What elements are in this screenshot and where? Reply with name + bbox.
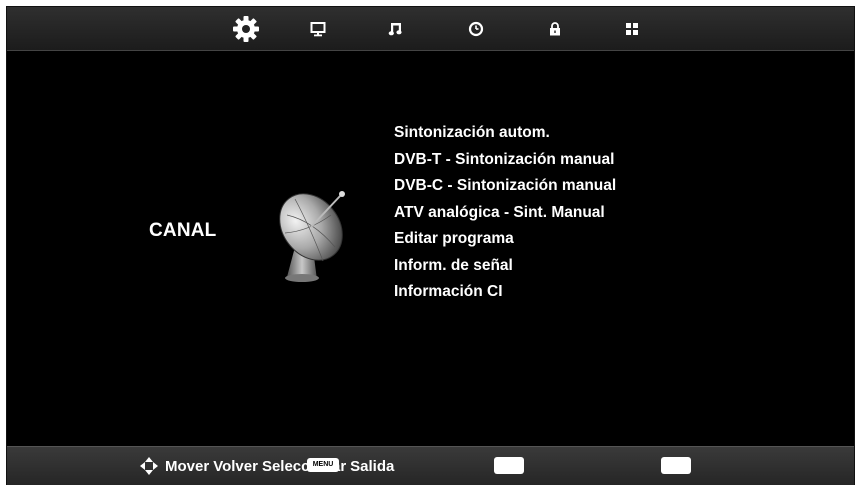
tab-time[interactable] <box>461 15 491 43</box>
satellite-dish-icon <box>279 191 345 282</box>
menu-item-dvbt-manual-tuning[interactable]: DVB-T - Sintonización manual <box>394 147 616 174</box>
blank-key-button-1[interactable] <box>494 457 524 474</box>
menu-item-signal-info[interactable]: Inform. de señal <box>394 253 616 280</box>
tv-screen: CANAL Sintonización autom. DVB-T - Sinto… <box>6 6 855 485</box>
monitor-icon <box>310 22 326 37</box>
content-area: CANAL Sintonización autom. DVB-T - Sinto… <box>7 50 854 444</box>
tab-picture[interactable] <box>303 15 333 43</box>
hint-back: Volver <box>213 457 258 475</box>
lock-icon <box>550 22 560 36</box>
tab-lock[interactable] <box>540 15 570 43</box>
hint-exit: Salida <box>350 457 395 475</box>
menu-item-atv-manual-tuning[interactable]: ATV analógica - Sint. Manual <box>394 200 616 227</box>
footer-bar: Mover Volver Seleccionar Salida MENU <box>7 446 854 485</box>
tab-sound[interactable] <box>381 15 411 43</box>
clock-icon <box>468 21 484 37</box>
music-note-icon <box>388 23 402 36</box>
top-tab-bar <box>7 7 854 51</box>
gear-icon <box>233 16 259 42</box>
menu-item-ci-info[interactable]: Información CI <box>394 279 616 306</box>
tab-settings[interactable] <box>231 15 261 43</box>
menu-item-edit-program[interactable]: Editar programa <box>394 226 616 253</box>
blank-key-button-2[interactable] <box>661 457 691 474</box>
hint-move: Mover <box>165 457 210 475</box>
menu-item-dvbc-manual-tuning[interactable]: DVB-C - Sintonización manual <box>394 173 616 200</box>
menu-item-auto-tuning[interactable]: Sintonización autom. <box>394 120 616 147</box>
section-title: CANAL <box>149 220 217 241</box>
tab-apps[interactable] <box>617 15 647 43</box>
menu-key-button[interactable]: MENU <box>307 458 339 472</box>
channel-menu: Sintonización autom. DVB-T - Sintonizaci… <box>394 120 616 306</box>
footer-hints: Mover Volver Seleccionar Salida <box>139 456 398 476</box>
move-arrows-icon <box>140 457 158 475</box>
grid-icon <box>626 23 638 35</box>
